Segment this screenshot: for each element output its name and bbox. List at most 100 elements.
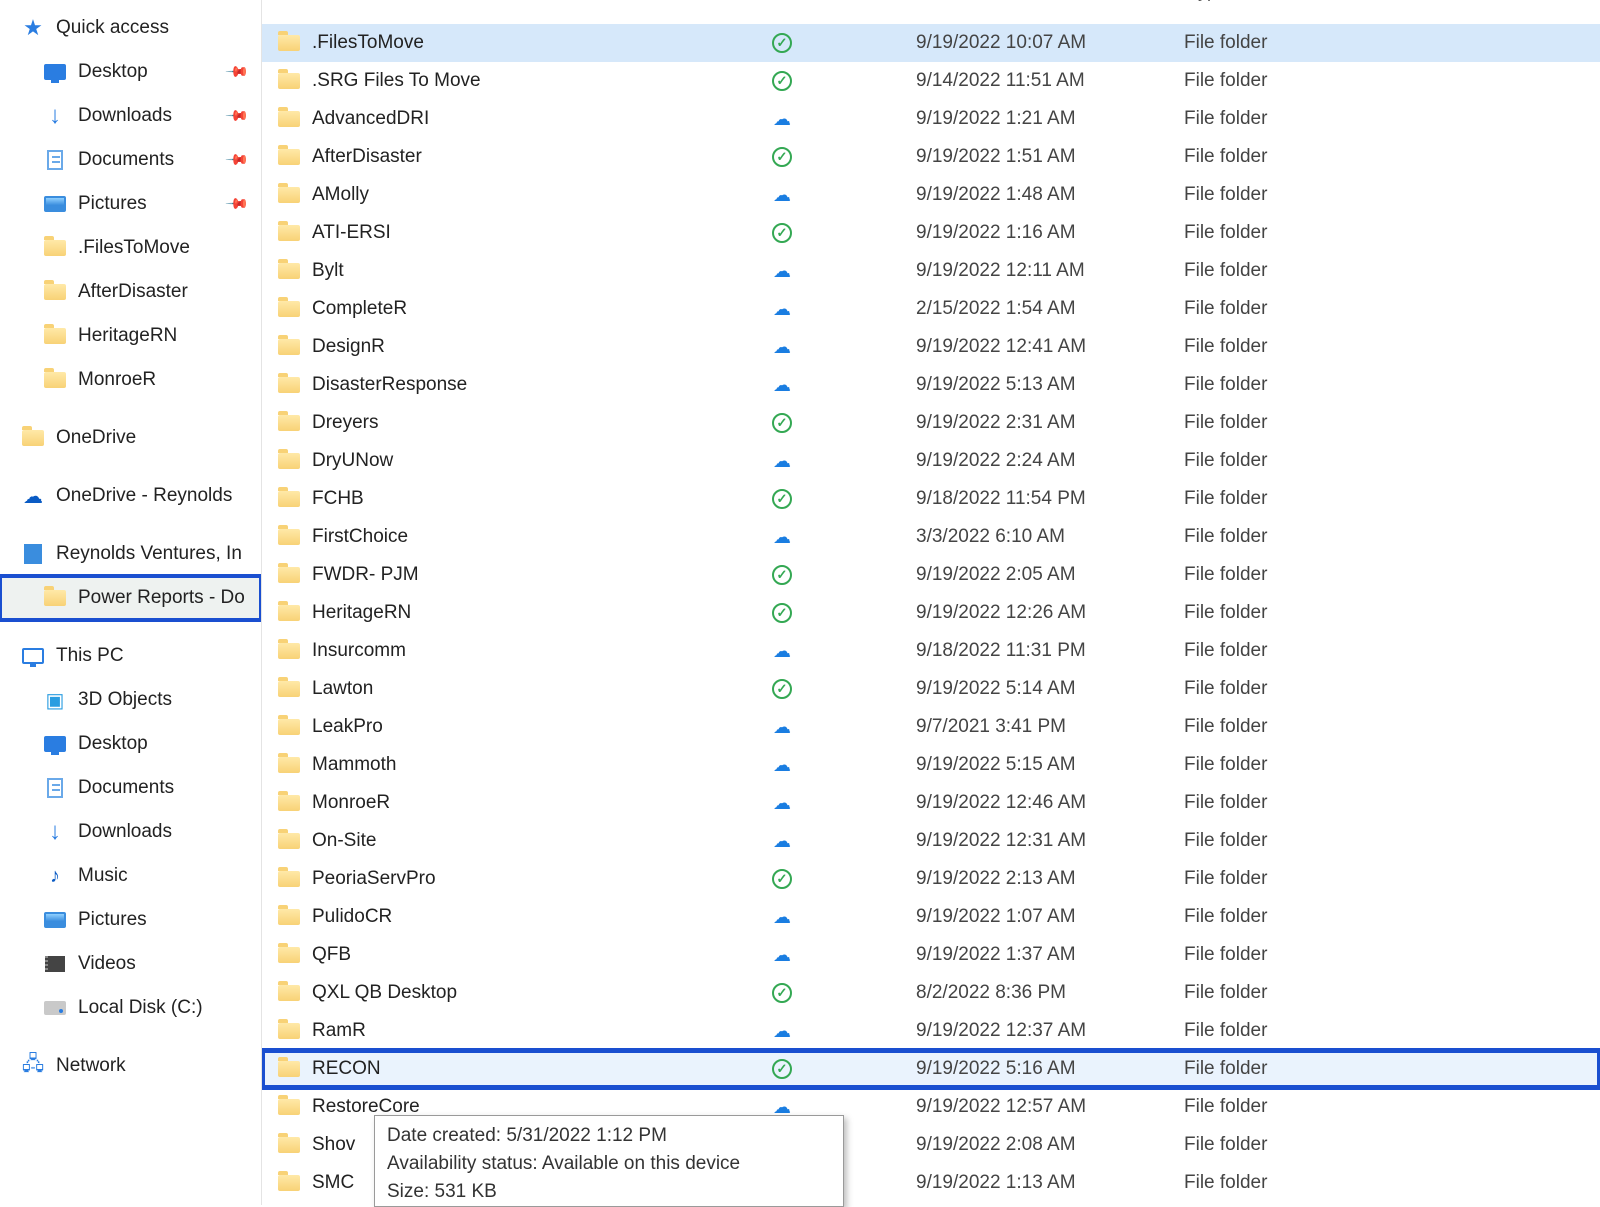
nav-downloads-2[interactable]: ↓ Downloads [0, 810, 261, 854]
nav-label: This PC [56, 645, 261, 667]
sync-cloud-icon: ☁ [772, 907, 792, 927]
table-row[interactable]: FWDR- PJM✓9/19/2022 2:05 AMFile folder [262, 556, 1600, 594]
table-row[interactable]: Bylt☁9/19/2022 12:11 AMFile folder [262, 252, 1600, 290]
cell-name: On-Site [278, 830, 768, 852]
nav-power-reports[interactable]: Power Reports - Do [0, 576, 261, 620]
table-row[interactable]: FCHB✓9/18/2022 11:54 PMFile folder [262, 480, 1600, 518]
nav-label: .FilesToMove [78, 237, 261, 259]
table-row[interactable]: AMolly☁9/19/2022 1:48 AMFile folder [262, 176, 1600, 214]
table-row[interactable]: Dreyers✓9/19/2022 2:31 AMFile folder [262, 404, 1600, 442]
file-name: CompleteR [312, 298, 407, 320]
nav-videos[interactable]: Videos [0, 942, 261, 986]
table-row[interactable]: MonroeR☁9/19/2022 12:46 AMFile folder [262, 784, 1600, 822]
table-row[interactable]: FirstChoice☁3/3/2022 6:10 AMFile folder [262, 518, 1600, 556]
table-row[interactable]: DesignR☁9/19/2022 12:41 AMFile folder [262, 328, 1600, 366]
table-row[interactable]: QXL QB Desktop✓8/2/2022 8:36 PMFile fold… [262, 974, 1600, 1012]
col-size[interactable]: Size [1404, 0, 1524, 2]
table-row[interactable]: QFB☁9/19/2022 1:37 AMFile folder [262, 936, 1600, 974]
nav-pictures-2[interactable]: Pictures [0, 898, 261, 942]
nav-downloads[interactable]: ↓ Downloads 📌 [0, 94, 261, 138]
cell-name: AfterDisaster [278, 146, 768, 168]
table-row[interactable]: PulidoCR☁9/19/2022 1:07 AMFile folder [262, 898, 1600, 936]
table-row[interactable]: DryUNow☁9/19/2022 2:24 AMFile folder [262, 442, 1600, 480]
cell-date: 9/18/2022 11:31 PM [916, 640, 1184, 662]
file-name: FCHB [312, 488, 364, 510]
network-icon: 🖧 [22, 1055, 44, 1077]
nav-label: Power Reports - Do [78, 587, 261, 609]
nav-tree[interactable]: ★ Quick access Desktop 📌 ↓ Downloads 📌 D… [0, 0, 262, 1205]
file-name: DryUNow [312, 450, 393, 472]
cell-type: File folder [1184, 184, 1404, 206]
nav-3d-objects[interactable]: ▣ 3D Objects [0, 678, 261, 722]
nav-music[interactable]: ♪ Music [0, 854, 261, 898]
cell-status: ☁ [768, 907, 916, 927]
table-row[interactable]: AdvancedDRI☁9/19/2022 1:21 AMFile folder [262, 100, 1600, 138]
nav-network[interactable]: 🖧 Network [0, 1044, 261, 1088]
nav-monroer[interactable]: MonroeR [0, 358, 261, 402]
cell-date: 2/15/2022 1:54 AM [916, 298, 1184, 320]
nav-desktop-2[interactable]: Desktop [0, 722, 261, 766]
nav-afterdisaster[interactable]: AfterDisaster [0, 270, 261, 314]
file-list-panel[interactable]: Name Status Date modified Type Size .Fil… [262, 0, 1600, 1205]
folder-icon [278, 982, 300, 1004]
nav-desktop[interactable]: Desktop 📌 [0, 50, 261, 94]
table-row[interactable]: AfterDisaster✓9/19/2022 1:51 AMFile fold… [262, 138, 1600, 176]
cell-type: File folder [1184, 1096, 1404, 1118]
nav-filestomove[interactable]: .FilesToMove [0, 226, 261, 270]
table-row[interactable]: Insurcomm☁9/18/2022 11:31 PMFile folder [262, 632, 1600, 670]
table-row[interactable]: LeakPro☁9/7/2021 3:41 PMFile folder [262, 708, 1600, 746]
cell-status: ☁ [768, 831, 916, 851]
table-row[interactable]: .FilesToMove✓9/19/2022 10:07 AMFile fold… [262, 24, 1600, 62]
nav-local-disk[interactable]: Local Disk (C:) [0, 986, 261, 1030]
table-row[interactable]: DisasterResponse☁9/19/2022 5:13 AMFile f… [262, 366, 1600, 404]
nav-onedrive[interactable]: OneDrive [0, 416, 261, 460]
nav-pictures[interactable]: Pictures 📌 [0, 182, 261, 226]
desktop-icon [44, 733, 66, 755]
table-row[interactable]: HeritageRN✓9/19/2022 12:26 AMFile folder [262, 594, 1600, 632]
nav-heritagern[interactable]: HeritageRN [0, 314, 261, 358]
nav-documents[interactable]: Documents 📌 [0, 138, 261, 182]
cell-type: File folder [1184, 754, 1404, 776]
cell-name: Insurcomm [278, 640, 768, 662]
cell-name: Lawton [278, 678, 768, 700]
nav-onedrive-reynolds[interactable]: ☁ OneDrive - Reynolds [0, 474, 261, 518]
table-row[interactable]: .SRG Files To Move✓9/14/2022 11:51 AMFil… [262, 62, 1600, 100]
table-row[interactable]: ATI-ERSI✓9/19/2022 1:16 AMFile folder [262, 214, 1600, 252]
nav-label: Quick access [56, 17, 261, 39]
folder-icon [278, 70, 300, 92]
file-name: Bylt [312, 260, 344, 282]
sync-available-icon: ✓ [772, 679, 792, 699]
cell-date: 9/19/2022 1:21 AM [916, 108, 1184, 130]
sync-cloud-icon: ☁ [772, 299, 792, 319]
file-rows[interactable]: .FilesToMove✓9/19/2022 10:07 AMFile fold… [262, 4, 1600, 1205]
table-row[interactable]: RamR☁9/19/2022 12:37 AMFile folder [262, 1012, 1600, 1050]
table-row[interactable]: RECON✓9/19/2022 5:16 AMFile folder [262, 1050, 1600, 1088]
nav-reynolds-ventures[interactable]: Reynolds Ventures, In [0, 532, 261, 576]
cell-status: ✓ [768, 33, 916, 53]
file-name: ATI-ERSI [312, 222, 391, 244]
cell-name: RECON [278, 1058, 768, 1080]
table-row[interactable]: CompleteR☁2/15/2022 1:54 AMFile folder [262, 290, 1600, 328]
nav-this-pc[interactable]: This PC [0, 634, 261, 678]
nav-quick-access[interactable]: ★ Quick access [0, 6, 261, 50]
col-status[interactable]: Status [768, 0, 916, 2]
cell-name: RamR [278, 1020, 768, 1042]
cell-name: CompleteR [278, 298, 768, 320]
document-icon [44, 149, 66, 171]
folder-icon [278, 108, 300, 130]
table-row[interactable]: Mammoth☁9/19/2022 5:15 AMFile folder [262, 746, 1600, 784]
table-row[interactable]: Lawton✓9/19/2022 5:14 AMFile folder [262, 670, 1600, 708]
folder-icon [278, 32, 300, 54]
file-name: Insurcomm [312, 640, 406, 662]
sync-available-icon: ✓ [772, 983, 792, 1003]
col-date[interactable]: Date modified [916, 0, 1184, 2]
table-row[interactable]: PeoriaServPro✓9/19/2022 2:13 AMFile fold… [262, 860, 1600, 898]
cell-status: ☁ [768, 1021, 916, 1041]
cell-status: ✓ [768, 147, 916, 167]
col-type[interactable]: Type [1184, 0, 1404, 2]
nav-documents-2[interactable]: Documents [0, 766, 261, 810]
cell-type: File folder [1184, 412, 1404, 434]
table-row[interactable]: On-Site☁9/19/2022 12:31 AMFile folder [262, 822, 1600, 860]
col-name[interactable]: Name [262, 0, 768, 2]
music-icon: ♪ [44, 865, 66, 887]
